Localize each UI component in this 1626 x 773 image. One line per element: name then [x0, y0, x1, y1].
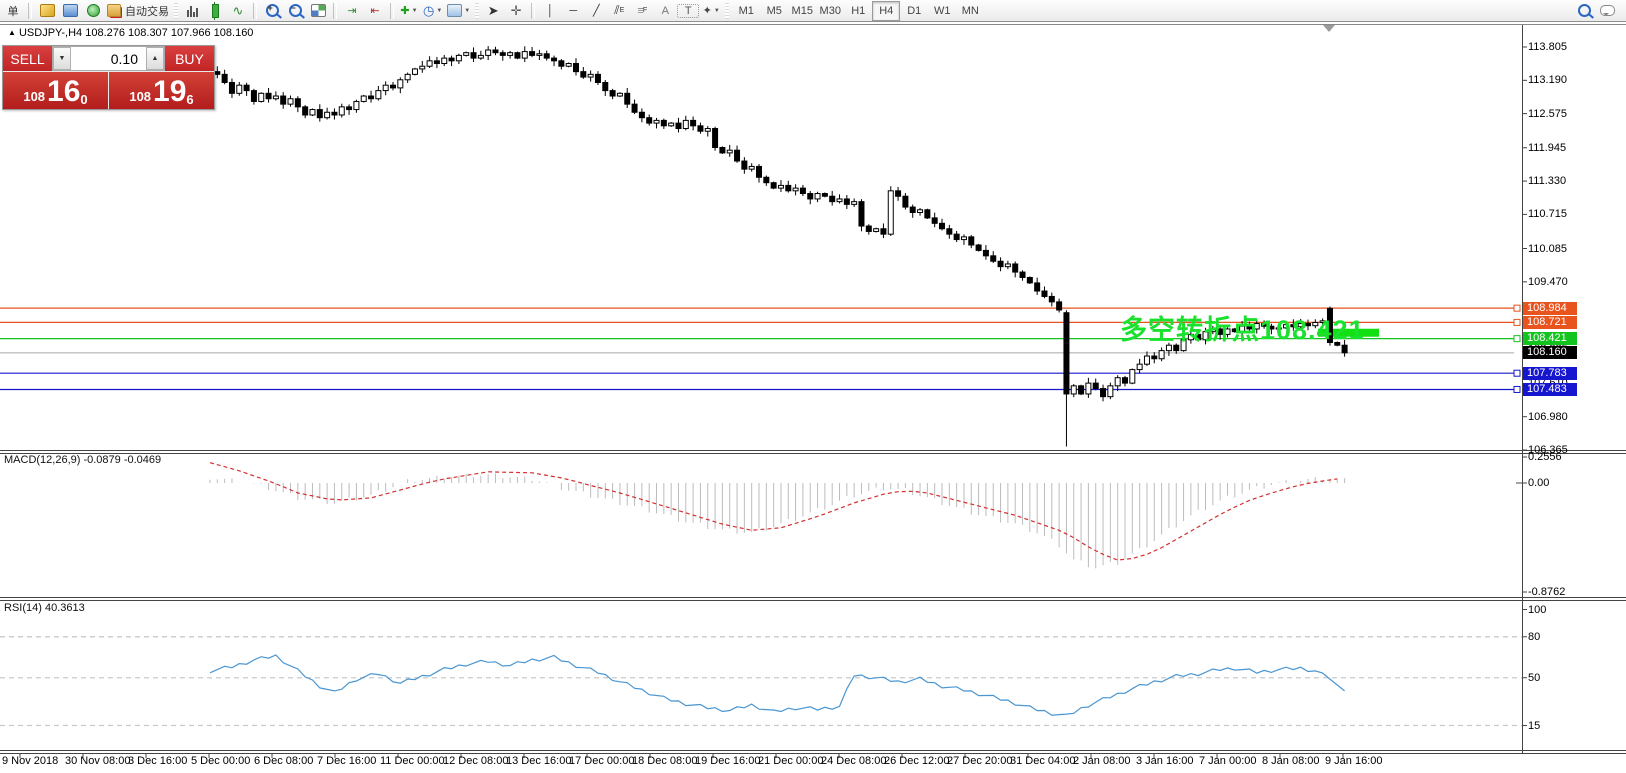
- chart-title: ▲ USDJPY-,H4 108.276 108.307 107.966 108…: [8, 27, 253, 39]
- price-axis-label: 111.330: [1528, 175, 1566, 187]
- price-level-label: 107.783: [1523, 367, 1577, 380]
- date-axis-label: 8 Jan 08:00: [1262, 755, 1320, 767]
- symbol-marker-icon: ▲: [8, 28, 16, 37]
- date-axis-label: 26 Dec 12:00: [884, 755, 949, 767]
- price-axis-label: 111.945: [1528, 142, 1566, 154]
- buy-price-pips: 19: [153, 77, 186, 107]
- date-axis-label: 18 Dec 08:00: [632, 755, 697, 767]
- sell-price-button[interactable]: 108160: [3, 72, 108, 109]
- date-axis-label: 11 Dec 00:00: [380, 755, 445, 767]
- date-axis-label: 9 Jan 16:00: [1325, 755, 1383, 767]
- price-level-label: 107.483: [1523, 383, 1577, 396]
- rsi-axis-label: 80: [1528, 631, 1540, 643]
- date-axis-label: 7 Dec 16:00: [317, 755, 376, 767]
- price-level-label: 108.160: [1523, 346, 1577, 359]
- price-axis-label: 113.805: [1528, 41, 1567, 53]
- price-axis-label: 112.575: [1528, 108, 1567, 120]
- buy-price-point: 6: [186, 92, 193, 107]
- macd-axis-label: 0.00: [1528, 477, 1549, 489]
- price-axis-label: 110.085: [1528, 243, 1567, 255]
- price-axis-label: 106.980: [1528, 411, 1568, 423]
- volume-decrease-button[interactable]: ▼: [53, 47, 71, 70]
- one-click-trading-panel: SELL ▼ 0.10 ▲ BUY 108160 108196: [2, 45, 215, 110]
- date-axis-label: 30 Nov 08:00: [65, 755, 130, 767]
- date-axis-label: 19 Dec 16:00: [695, 755, 760, 767]
- rsi-indicator-label: RSI(14) 40.3613: [4, 602, 85, 614]
- sell-price-point: 0: [80, 92, 87, 107]
- volume-spinner: ▼ 0.10 ▲: [52, 46, 165, 71]
- date-axis-label: 5 Dec 00:00: [191, 755, 250, 767]
- date-axis-label: 21 Dec 00:00: [758, 755, 823, 767]
- date-axis-label: 17 Dec 00:00: [569, 755, 634, 767]
- rsi-axis-label: 15: [1528, 720, 1540, 732]
- date-axis-label: 2 Jan 08:00: [1073, 755, 1131, 767]
- date-axis-label: 13 Dec 16:00: [506, 755, 571, 767]
- buy-price-button[interactable]: 108196: [109, 72, 214, 109]
- pivot-annotation: 多空转折点108.421: [1120, 308, 1365, 347]
- sell-button[interactable]: SELL: [3, 46, 52, 71]
- sell-price-figure: 108: [23, 89, 45, 104]
- date-axis-label: 3 Jan 16:00: [1136, 755, 1194, 767]
- date-axis-label: 6 Dec 08:00: [254, 755, 313, 767]
- macd-indicator-label: MACD(12,26,9) -0.0879 -0.0469: [4, 454, 161, 466]
- price-level-label: 108.721: [1523, 316, 1577, 329]
- buy-price-figure: 108: [129, 89, 151, 104]
- date-axis-label: 12 Dec 08:00: [443, 755, 508, 767]
- price-level-label: 108.984: [1523, 302, 1577, 315]
- sell-price-pips: 16: [47, 77, 80, 107]
- buy-button[interactable]: BUY: [165, 46, 214, 71]
- macd-axis-label: -0.8762: [1528, 586, 1565, 598]
- price-axis-label: 109.470: [1528, 276, 1568, 288]
- volume-increase-button[interactable]: ▲: [146, 47, 164, 70]
- price-axis-label: 110.715: [1528, 208, 1567, 220]
- current-bar-marker-icon: [1323, 25, 1335, 38]
- date-axis-label: 31 Dec 04:00: [1010, 755, 1075, 767]
- date-axis-label: 7 Jan 00:00: [1199, 755, 1257, 767]
- chart-canvas[interactable]: [0, 0, 1626, 773]
- volume-input[interactable]: 0.10: [71, 47, 146, 70]
- date-axis-label: 9 Nov 2018: [2, 755, 58, 767]
- price-level-label: 108.421: [1523, 332, 1577, 345]
- macd-axis-label: 0.2556: [1528, 451, 1562, 463]
- price-axis-label: 113.190: [1528, 74, 1567, 86]
- mt4-terminal: 单 自动交易 ∿ + − ⇥ ⇤ ✚▼ ◷▼ ▼ ➤ ✛ │ ─ ╱ ⫽E ≡F…: [0, 0, 1626, 773]
- date-axis-label: 27 Dec 20:00: [947, 755, 1012, 767]
- rsi-axis-label: 50: [1528, 672, 1540, 684]
- date-axis-label: 3 Dec 16:00: [128, 755, 187, 767]
- date-axis-label: 24 Dec 08:00: [821, 755, 886, 767]
- rsi-axis-label: 100: [1528, 604, 1546, 616]
